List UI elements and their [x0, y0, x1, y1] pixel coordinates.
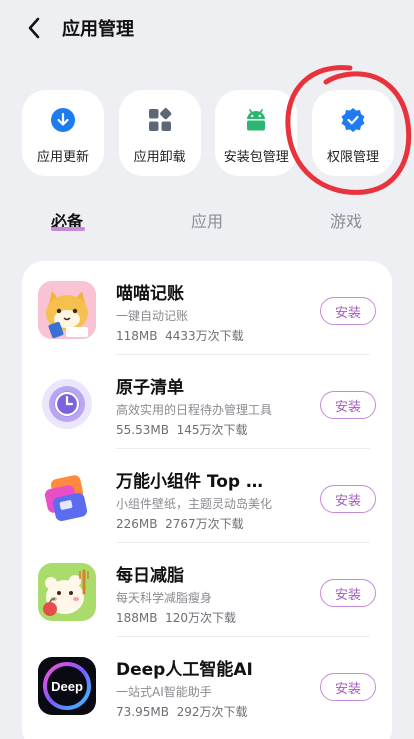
- cat-icon: [38, 281, 96, 339]
- app-name: 喵喵记账: [116, 284, 184, 304]
- install-button[interactable]: 安装: [320, 579, 376, 607]
- list-item[interactable]: 喵喵记账 一键自动记账 118MB 4433万次下载 安装: [22, 261, 392, 355]
- app-list-card: 喵喵记账 一键自动记账 118MB 4433万次下载 安装 原子清单 高效实用的…: [22, 261, 392, 739]
- tile-app-update[interactable]: 应用更新: [22, 90, 104, 176]
- verified-shield-icon: [340, 107, 366, 133]
- list-item[interactable]: 每日减脂 每天科学减脂瘦身 188MB 120万次下载 安装: [22, 543, 392, 637]
- app-description: 一站式AI智能助手: [116, 685, 212, 699]
- app-meta: 226MB 2767万次下载: [116, 515, 244, 532]
- app-size: 226MB: [116, 517, 158, 531]
- app-size: 73.95MB: [116, 705, 169, 719]
- android-icon: [243, 107, 269, 133]
- tile-label: 权限管理: [326, 150, 379, 165]
- svg-text:Deep: Deep: [51, 679, 83, 694]
- app-downloads: 4433万次下载: [165, 329, 244, 343]
- list-item[interactable]: 万能小组件 Top Widgets 小组件壁纸，主题灵动岛美化 226MB 27…: [22, 449, 392, 543]
- app-downloads: 292万次下载: [176, 705, 248, 719]
- app-name: 每日减脂: [116, 566, 184, 586]
- install-button[interactable]: 安装: [320, 391, 376, 419]
- tile-app-uninstall[interactable]: 应用卸载: [118, 90, 201, 176]
- back-button[interactable]: [14, 8, 54, 48]
- app-description: 高效实用的日程待办管理工具: [116, 403, 273, 417]
- list-item[interactable]: 原子清单 高效实用的日程待办管理工具 55.53MB 145万次下载 安装: [22, 355, 392, 449]
- app-meta: 188MB 120万次下载: [116, 609, 236, 626]
- app-name: 万能小组件 Top Widgets: [116, 472, 276, 492]
- app-name: 原子清单: [116, 378, 184, 398]
- app-downloads: 2767万次下载: [165, 517, 244, 531]
- bear-food-icon: [38, 563, 96, 621]
- quick-actions: 应用更新 应用卸载 安装包管理 权限管理: [22, 90, 394, 176]
- app-size: 188MB: [116, 611, 158, 625]
- app-downloads: 145万次下载: [176, 423, 248, 437]
- chevron-left-icon: [28, 17, 40, 39]
- app-size: 55.53MB: [116, 423, 169, 437]
- app-meta: 55.53MB 145万次下载: [116, 421, 248, 438]
- install-button[interactable]: 安装: [320, 673, 376, 701]
- tile-label: 应用卸载: [133, 150, 186, 165]
- app-meta: 118MB 4433万次下载: [116, 327, 244, 344]
- app-size: 118MB: [116, 329, 158, 343]
- top-bar: 应用管理: [0, 0, 414, 56]
- deep-logo-icon: Deep: [38, 657, 96, 715]
- tile-permission-manager[interactable]: 权限管理: [311, 90, 394, 176]
- app-meta: 73.95MB 292万次下载: [116, 703, 248, 720]
- install-button[interactable]: 安装: [320, 297, 376, 325]
- app-description: 每天科学减脂瘦身: [116, 591, 213, 605]
- tile-label: 应用更新: [36, 150, 89, 165]
- install-button[interactable]: 安装: [320, 485, 376, 513]
- tile-label: 安装包管理: [223, 150, 289, 165]
- grid-squares-icon: [147, 107, 173, 133]
- tab-games[interactable]: 游戏: [330, 205, 362, 235]
- active-tab-indicator: [51, 227, 85, 231]
- app-name: Deep人工智能AI: [116, 660, 253, 680]
- app-downloads: 120万次下载: [165, 611, 237, 625]
- category-tabs: 必备 应用 游戏: [0, 205, 414, 241]
- download-arrow-icon: [50, 107, 76, 133]
- widget-blocks-icon: [38, 469, 96, 527]
- tile-package-manager[interactable]: 安装包管理: [215, 90, 298, 176]
- tab-apps[interactable]: 应用: [191, 205, 223, 235]
- list-item[interactable]: Deep Deep人工智能AI 一站式AI智能助手 73.95MB 292万次下…: [22, 637, 392, 731]
- clock-icon: [38, 375, 96, 433]
- app-description: 一键自动记账: [116, 309, 189, 323]
- page-title: 应用管理: [62, 19, 134, 40]
- app-description: 小组件壁纸，主题灵动岛美化: [116, 497, 273, 511]
